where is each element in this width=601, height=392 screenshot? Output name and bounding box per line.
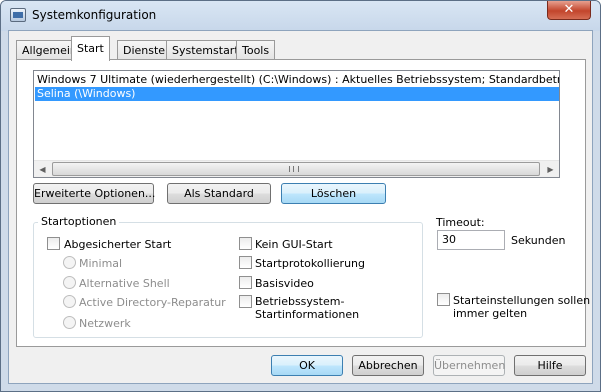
cancel-button[interactable]: Abbrechen <box>352 355 424 376</box>
boot-log-label: Startprotokollierung <box>255 257 365 270</box>
close-button[interactable]: ✕ <box>547 1 591 20</box>
list-item-selected[interactable]: Selina (\Windows) <box>35 87 559 101</box>
os-boot-info-checkbox[interactable] <box>239 295 252 308</box>
set-as-default-button[interactable]: Als Standard <box>167 183 271 204</box>
msconfig-app-icon <box>10 8 26 22</box>
scrollbar-thumb[interactable] <box>52 162 540 176</box>
tab-start[interactable]: Start <box>71 36 110 61</box>
scroll-right-arrow-icon[interactable]: ▶ <box>542 161 559 177</box>
os-boot-info-label-line1: Betriebssystem- <box>255 295 345 308</box>
apply-button[interactable]: Übernehmen <box>433 355 505 376</box>
start-tab-panel: Windows 7 Ultimate (wiederhergestellt) (… <box>16 59 590 347</box>
timeout-input[interactable]: 30 <box>437 230 505 250</box>
safe-boot-label: Abgesicherter Start <box>64 238 172 251</box>
window-title: Systemkonfiguration <box>32 8 157 22</box>
help-button[interactable]: Hilfe <box>514 355 586 376</box>
network-label: Netzwerk <box>79 317 131 330</box>
ad-repair-label: Active Directory-Reparatur <box>79 296 226 309</box>
alternative-shell-label: Alternative Shell <box>79 277 170 290</box>
delete-button[interactable]: Löschen <box>281 183 386 204</box>
base-video-label: Basisvideo <box>255 277 314 290</box>
boot-entries-list[interactable]: Windows 7 Ultimate (wiederhergestellt) (… <box>33 70 560 178</box>
tab-tools[interactable]: Tools <box>236 40 276 60</box>
minimal-label: Minimal <box>79 257 123 270</box>
dialog-client-area: Allgemein Start Dienste Systemstart Tool… <box>8 30 593 384</box>
ad-repair-radio[interactable] <box>63 295 76 308</box>
boot-log-checkbox[interactable] <box>239 256 252 269</box>
timeout-label: Timeout: <box>436 216 485 229</box>
timeout-unit-label: Sekunden <box>511 234 566 247</box>
system-configuration-window: Systemkonfiguration ✕ Allgemein Start Di… <box>0 0 601 392</box>
scroll-left-arrow-icon[interactable]: ◀ <box>34 161 51 177</box>
network-radio[interactable] <box>63 316 76 329</box>
tab-systemstart[interactable]: Systemstart <box>166 40 245 60</box>
advanced-options-button[interactable]: Erweiterte Optionen... <box>33 183 155 204</box>
no-gui-boot-checkbox[interactable] <box>239 237 252 250</box>
persistent-settings-label-line1: Starteinstellungen sollen <box>453 294 591 307</box>
persistent-settings-label-line2: immer gelten <box>453 307 528 320</box>
safe-boot-checkbox[interactable] <box>47 237 60 250</box>
title-bar[interactable]: Systemkonfiguration ✕ <box>1 1 600 31</box>
tab-dienste[interactable]: Dienste <box>117 40 172 60</box>
minimal-radio[interactable] <box>63 256 76 269</box>
boot-options-group-label: Startoptionen <box>38 215 120 228</box>
ok-button[interactable]: OK <box>271 355 343 376</box>
base-video-checkbox[interactable] <box>239 276 252 289</box>
list-item[interactable]: Windows 7 Ultimate (wiederhergestellt) (… <box>35 73 559 87</box>
alternative-shell-radio[interactable] <box>63 276 76 289</box>
no-gui-boot-label: Kein GUI-Start <box>255 238 333 251</box>
os-boot-info-label-line2: Startinformationen <box>255 308 360 321</box>
persistent-settings-checkbox[interactable] <box>437 293 450 306</box>
horizontal-scrollbar[interactable]: ◀ ▶ <box>34 160 559 177</box>
scrollbar-grip-icon <box>289 166 299 172</box>
